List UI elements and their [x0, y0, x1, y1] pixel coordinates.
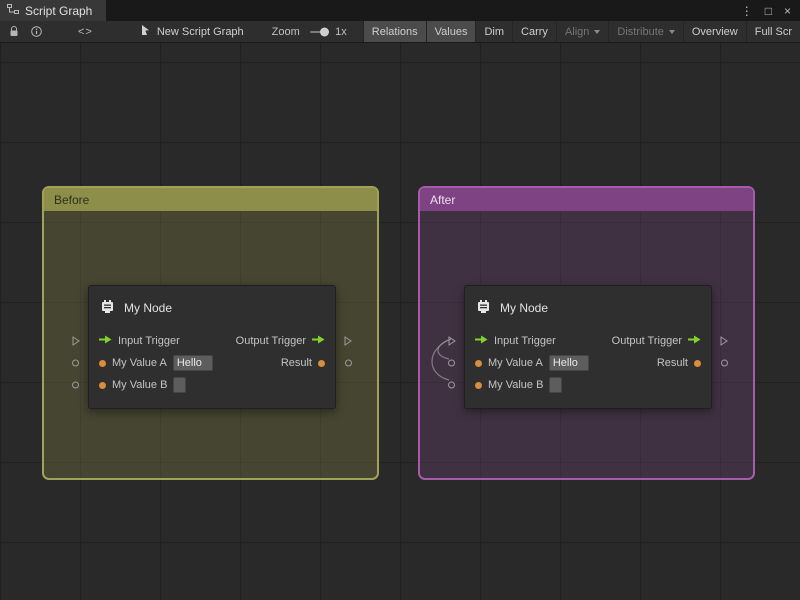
- flow-out-arrow-icon[interactable]: [688, 335, 701, 347]
- group-before-header[interactable]: Before: [44, 188, 377, 211]
- result-label: Result: [657, 357, 688, 369]
- button-label: Carry: [521, 26, 548, 38]
- graph-toolbar: <> New Script Graph Zoom 1x Relations Va…: [0, 21, 800, 43]
- value-b-port-icon[interactable]: [99, 382, 106, 389]
- port-row-value-b: My Value B: [89, 374, 335, 396]
- result-ext-port[interactable]: [345, 360, 352, 367]
- value-b-label: My Value B: [488, 379, 543, 391]
- value-b-input[interactable]: [549, 377, 562, 393]
- value-b-ext-port[interactable]: [448, 382, 455, 389]
- value-a-port-icon[interactable]: [99, 360, 106, 367]
- input-trigger-label: Input Trigger: [494, 335, 556, 347]
- button-label: Values: [435, 26, 468, 38]
- tab-label: Script Graph: [25, 4, 92, 18]
- node-header[interactable]: My Node: [89, 286, 335, 330]
- zoom-slider-knob[interactable]: [320, 27, 329, 36]
- lock-icon[interactable]: [3, 21, 25, 42]
- value-a-input[interactable]: [549, 355, 589, 371]
- value-a-port-icon[interactable]: [475, 360, 482, 367]
- code-icon[interactable]: <>: [72, 21, 99, 42]
- port-row-value-a: My Value A Result: [89, 352, 335, 374]
- result-ext-port[interactable]: [721, 360, 728, 367]
- align-button: Align: [556, 21, 608, 42]
- value-a-label: My Value A: [112, 357, 167, 369]
- flow-out-arrow-icon[interactable]: [312, 335, 325, 347]
- group-title: Before: [54, 193, 89, 207]
- value-b-label: My Value B: [112, 379, 167, 391]
- maximize-icon[interactable]: □: [765, 5, 772, 17]
- output-trigger-ext-port[interactable]: [344, 336, 352, 346]
- port-row-value-b: My Value B: [465, 374, 711, 396]
- button-label: Overview: [692, 26, 738, 38]
- group-after[interactable]: After My Node Input Trigger Output Trigg…: [418, 186, 755, 480]
- button-label: Align: [565, 26, 589, 38]
- dropdown-caret-icon: [594, 30, 600, 34]
- value-b-port-icon[interactable]: [475, 382, 482, 389]
- window-controls: ⋮ □ ×: [741, 0, 800, 21]
- kebab-menu-icon[interactable]: ⋮: [741, 5, 753, 17]
- graph-cursor-icon: [141, 24, 151, 39]
- dropdown-caret-icon: [669, 30, 675, 34]
- port-row-trigger: Input Trigger Output Trigger: [89, 330, 335, 352]
- button-label: Distribute: [617, 26, 663, 38]
- carry-button[interactable]: Carry: [512, 21, 556, 42]
- relations-button[interactable]: Relations: [363, 21, 426, 42]
- group-after-header[interactable]: After: [420, 188, 753, 211]
- group-before[interactable]: Before My Node Input Trigger Output Trig…: [42, 186, 379, 480]
- info-icon[interactable]: [25, 21, 48, 42]
- graph-name: New Script Graph: [141, 24, 244, 39]
- port-row-trigger: Input Trigger Output Trigger: [465, 330, 711, 352]
- node-icon: [476, 299, 491, 317]
- fullscreen-button[interactable]: Full Scr: [746, 21, 800, 42]
- tab-bar-spacer: [106, 0, 740, 21]
- value-a-label: My Value A: [488, 357, 543, 369]
- zoom-label: Zoom: [272, 26, 300, 38]
- flow-in-arrow-icon[interactable]: [475, 335, 488, 347]
- value-b-input[interactable]: [173, 377, 186, 393]
- result-label: Result: [281, 357, 312, 369]
- result-port-icon[interactable]: [694, 360, 701, 367]
- output-trigger-ext-port[interactable]: [720, 336, 728, 346]
- flow-in-arrow-icon[interactable]: [99, 335, 112, 347]
- button-label: Full Scr: [755, 26, 792, 38]
- button-label: Relations: [372, 26, 418, 38]
- script-graph-icon: [7, 3, 19, 18]
- node-header[interactable]: My Node: [465, 286, 711, 330]
- node-my-node-before[interactable]: My Node Input Trigger Output Trigger: [88, 285, 336, 409]
- node-title: My Node: [500, 301, 548, 315]
- value-a-ext-port[interactable]: [72, 360, 79, 367]
- node-port-rows: Input Trigger Output Trigger My Value A …: [89, 330, 335, 408]
- node-my-node-after[interactable]: My Node Input Trigger Output Trigger: [464, 285, 712, 409]
- node-title: My Node: [124, 301, 172, 315]
- button-label: Dim: [484, 26, 504, 38]
- value-b-ext-port[interactable]: [72, 382, 79, 389]
- distribute-button: Distribute: [608, 21, 682, 42]
- window-tab-bar: Script Graph ⋮ □ ×: [0, 0, 800, 21]
- graph-canvas[interactable]: Before My Node Input Trigger Output Trig…: [0, 43, 800, 600]
- close-icon[interactable]: ×: [784, 5, 791, 17]
- input-trigger-ext-port[interactable]: [72, 336, 80, 346]
- zoom-value: 1x: [335, 26, 347, 38]
- input-trigger-ext-port[interactable]: [448, 336, 456, 346]
- node-port-rows: Input Trigger Output Trigger My Value A …: [465, 330, 711, 408]
- graph-name-label: New Script Graph: [157, 26, 244, 38]
- dim-button[interactable]: Dim: [475, 21, 512, 42]
- overview-button[interactable]: Overview: [683, 21, 746, 42]
- input-trigger-label: Input Trigger: [118, 335, 180, 347]
- toolbar-button-group: Relations Values Dim Carry Align Distrib…: [363, 21, 800, 42]
- output-trigger-label: Output Trigger: [612, 335, 682, 347]
- value-a-ext-port[interactable]: [448, 360, 455, 367]
- port-row-value-a: My Value A Result: [465, 352, 711, 374]
- result-port-icon[interactable]: [318, 360, 325, 367]
- node-icon: [100, 299, 115, 317]
- zoom-slider[interactable]: [310, 31, 327, 33]
- values-button[interactable]: Values: [426, 21, 476, 42]
- group-title: After: [430, 193, 455, 207]
- tab-script-graph[interactable]: Script Graph: [0, 0, 106, 21]
- output-trigger-label: Output Trigger: [236, 335, 306, 347]
- value-a-input[interactable]: [173, 355, 213, 371]
